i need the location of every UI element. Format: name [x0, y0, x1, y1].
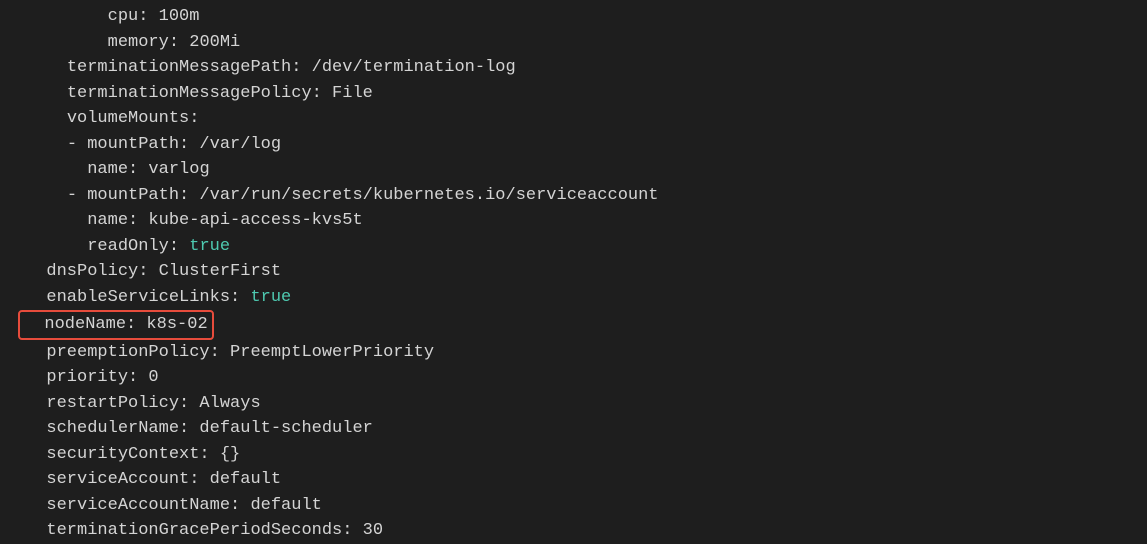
yaml-value: /var/run/secrets/kubernetes.io/serviceac…	[189, 186, 658, 205]
yaml-bool: true	[179, 237, 230, 256]
yaml-key: readOnly:	[87, 237, 179, 256]
yaml-key: serviceAccount:	[46, 470, 199, 489]
code-line: enableServiceLinks: true	[0, 285, 1147, 311]
code-line: name: kube-api-access-kvs5t	[0, 208, 1147, 234]
yaml-value: varlog	[138, 160, 209, 179]
yaml-key: schedulerName:	[46, 419, 189, 438]
indent	[26, 84, 67, 103]
code-line: priority: 0	[0, 365, 1147, 391]
yaml-key: serviceAccountName:	[46, 496, 240, 515]
yaml-value: default	[199, 470, 281, 489]
indent	[26, 262, 46, 281]
code-line: terminationMessagePolicy: File	[0, 81, 1147, 107]
indent	[26, 109, 67, 128]
yaml-key: terminationMessagePath:	[67, 58, 302, 77]
yaml-key: terminationMessagePolicy:	[67, 84, 322, 103]
code-line: name: varlog	[0, 157, 1147, 183]
code-line: schedulerName: default-scheduler	[0, 416, 1147, 442]
yaml-key: terminationGracePeriodSeconds:	[46, 521, 352, 540]
yaml-value: PreemptLowerPriority	[220, 343, 434, 362]
indent	[26, 368, 46, 387]
indent	[26, 160, 87, 179]
yaml-key: priority:	[46, 368, 138, 387]
yaml-value: 100m	[148, 7, 199, 26]
indent	[26, 496, 46, 515]
code-line: readOnly: true	[0, 234, 1147, 260]
code-line: restartPolicy: Always	[0, 391, 1147, 417]
code-line: terminationMessagePath: /dev/termination…	[0, 55, 1147, 81]
indent	[26, 58, 67, 77]
indent	[26, 394, 46, 413]
yaml-key: cpu:	[108, 7, 149, 26]
indent	[24, 315, 44, 334]
yaml-key: enableServiceLinks:	[46, 288, 240, 307]
indent	[26, 33, 108, 52]
indent	[26, 419, 46, 438]
yaml-key: - mountPath:	[67, 186, 189, 205]
indent	[26, 7, 108, 26]
yaml-number: 0	[138, 368, 158, 387]
yaml-value: File	[322, 84, 373, 103]
indent	[26, 445, 46, 464]
yaml-key: securityContext:	[46, 445, 209, 464]
yaml-bool: true	[240, 288, 291, 307]
code-line: serviceAccountName: default	[0, 493, 1147, 519]
yaml-code-block: cpu: 100m memory: 200Mi terminationMessa…	[0, 4, 1147, 544]
indent	[26, 521, 46, 540]
yaml-value: {}	[210, 445, 241, 464]
indent	[26, 237, 87, 256]
code-line: volumeMounts:	[0, 106, 1147, 132]
code-line: - mountPath: /var/log	[0, 132, 1147, 158]
yaml-value: k8s-02	[136, 315, 207, 334]
yaml-value: 200Mi	[179, 33, 240, 52]
code-line-highlighted: nodeName: k8s-02	[0, 310, 1147, 340]
code-line: serviceAccount: default	[0, 467, 1147, 493]
yaml-value: kube-api-access-kvs5t	[138, 211, 362, 230]
yaml-key: nodeName:	[44, 315, 136, 334]
yaml-number: 30	[352, 521, 383, 540]
yaml-key: volumeMounts:	[67, 109, 200, 128]
indent	[26, 135, 67, 154]
yaml-key: restartPolicy:	[46, 394, 189, 413]
yaml-key: preemptionPolicy:	[46, 343, 219, 362]
yaml-key: name:	[87, 211, 138, 230]
code-line: dnsPolicy: ClusterFirst	[0, 259, 1147, 285]
code-line: cpu: 100m	[0, 4, 1147, 30]
yaml-key: - mountPath:	[67, 135, 189, 154]
indent	[26, 343, 46, 362]
yaml-value: ClusterFirst	[148, 262, 281, 281]
indent	[26, 470, 46, 489]
code-line: securityContext: {}	[0, 442, 1147, 468]
yaml-key: memory:	[108, 33, 179, 52]
yaml-value: default-scheduler	[189, 419, 373, 438]
indent	[26, 288, 46, 307]
yaml-value: default	[240, 496, 322, 515]
yaml-value: /dev/termination-log	[301, 58, 515, 77]
code-line: preemptionPolicy: PreemptLowerPriority	[0, 340, 1147, 366]
yaml-key: name:	[87, 160, 138, 179]
yaml-value: Always	[189, 394, 260, 413]
code-line: - mountPath: /var/run/secrets/kubernetes…	[0, 183, 1147, 209]
indent	[26, 211, 87, 230]
code-line: memory: 200Mi	[0, 30, 1147, 56]
highlight-rectangle: nodeName: k8s-02	[18, 310, 214, 340]
indent	[26, 186, 67, 205]
yaml-key: dnsPolicy:	[46, 262, 148, 281]
yaml-value: /var/log	[189, 135, 281, 154]
